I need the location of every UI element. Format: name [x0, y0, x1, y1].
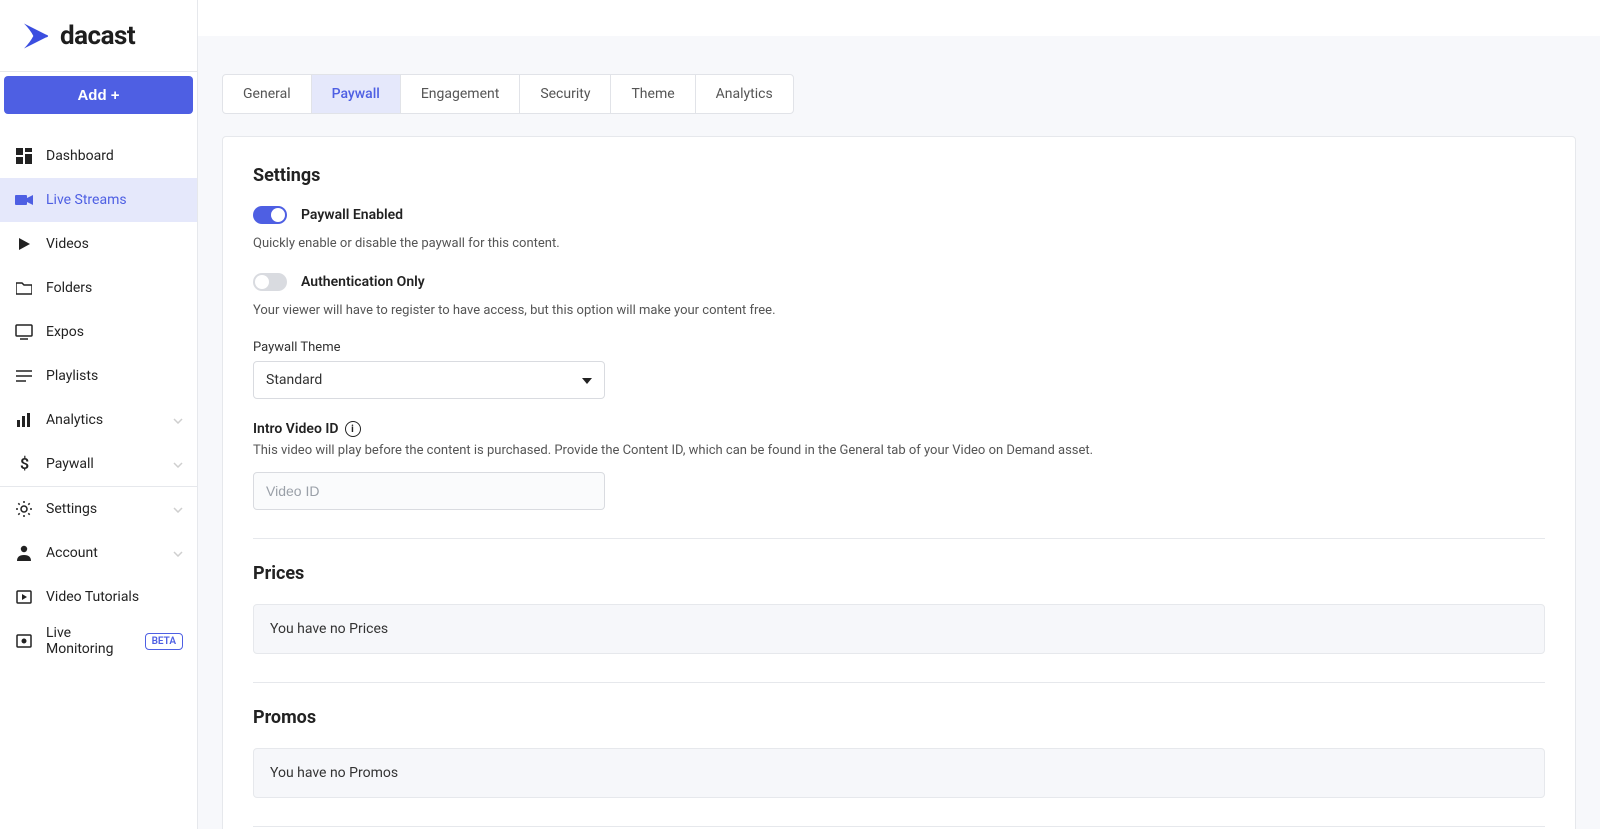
video-play-icon [14, 587, 34, 607]
sidebar-item-label: Paywall [46, 456, 173, 472]
sidebar-item-dashboard[interactable]: Dashboard [0, 134, 197, 178]
sidebar: dacast Add + Dashboard Live Streams [0, 0, 198, 829]
chevron-down-icon [173, 412, 183, 428]
dashboard-icon [14, 146, 34, 166]
monitor-icon [14, 322, 34, 342]
info-icon[interactable]: i [345, 421, 361, 437]
sidebar-item-label: Playlists [46, 368, 183, 384]
intro-video-label: Intro Video ID i [253, 421, 1545, 437]
paywall-enabled-label: Paywall Enabled [301, 207, 403, 223]
paywall-theme-value: Standard [266, 372, 322, 388]
intro-video-hint: This video will play before the content … [253, 443, 1545, 458]
paywall-theme-label: Paywall Theme [253, 340, 1545, 355]
sidebar-item-label: Live Monitoring [46, 625, 137, 657]
sidebar-item-folders[interactable]: Folders [0, 266, 197, 310]
chevron-down-icon [173, 545, 183, 561]
chevron-down-icon [173, 501, 183, 517]
promos-empty: You have no Promos [253, 748, 1545, 798]
auth-only-label: Authentication Only [301, 274, 425, 290]
auth-only-hint: Your viewer will have to register to hav… [253, 303, 1545, 318]
sidebar-item-settings[interactable]: Settings [0, 487, 197, 531]
caret-down-icon [582, 372, 592, 388]
settings-panel: Settings Paywall Enabled Quickly enable … [222, 136, 1576, 829]
camera-icon [14, 190, 34, 210]
tab-paywall[interactable]: Paywall [312, 75, 401, 113]
live-icon [14, 631, 34, 651]
sidebar-item-label: Settings [46, 501, 173, 517]
dollar-icon: $ [14, 454, 34, 474]
settings-heading: Settings [253, 165, 1545, 186]
sidebar-item-label: Account [46, 545, 173, 561]
sidebar-item-live-streams[interactable]: Live Streams [0, 178, 197, 222]
add-button[interactable]: Add + [4, 76, 193, 114]
sidebar-item-label: Live Streams [46, 192, 183, 208]
folder-icon [14, 278, 34, 298]
sidebar-item-expos[interactable]: Expos [0, 310, 197, 354]
sidebar-item-videos[interactable]: Videos [0, 222, 197, 266]
tab-theme[interactable]: Theme [611, 75, 695, 113]
tab-engagement[interactable]: Engagement [401, 75, 520, 113]
sidebar-item-live-monitoring[interactable]: Live Monitoring BETA [0, 619, 197, 663]
sidebar-nav: Dashboard Live Streams Videos Folders [0, 134, 197, 663]
tab-general[interactable]: General [223, 75, 312, 113]
prices-empty: You have no Prices [253, 604, 1545, 654]
intro-video-input[interactable] [253, 472, 605, 510]
auth-only-toggle[interactable] [253, 273, 287, 291]
chevron-down-icon [173, 456, 183, 472]
gear-icon [14, 499, 34, 519]
person-icon [14, 543, 34, 563]
paywall-enabled-hint: Quickly enable or disable the paywall fo… [253, 236, 1545, 251]
brand-name: dacast [60, 21, 135, 51]
tab-analytics[interactable]: Analytics [696, 75, 793, 113]
sidebar-item-playlists[interactable]: Playlists [0, 354, 197, 398]
sidebar-item-analytics[interactable]: Analytics [0, 398, 197, 442]
sidebar-item-label: Expos [46, 324, 183, 340]
sidebar-item-label: Video Tutorials [46, 589, 183, 605]
tabs: General Paywall Engagement Security Them… [222, 74, 794, 114]
prices-heading: Prices [253, 563, 1545, 584]
list-icon [14, 366, 34, 386]
sidebar-item-label: Folders [46, 280, 183, 296]
brand-logo[interactable]: dacast [0, 0, 197, 72]
sidebar-item-video-tutorials[interactable]: Video Tutorials [0, 575, 197, 619]
sidebar-item-label: Analytics [46, 412, 173, 428]
paywall-theme-select[interactable]: Standard [253, 361, 605, 399]
sidebar-item-label: Dashboard [46, 148, 183, 164]
bars-icon [14, 410, 34, 430]
sidebar-item-paywall[interactable]: $ Paywall [0, 442, 197, 486]
sidebar-item-label: Videos [46, 236, 183, 252]
sidebar-item-account[interactable]: Account [0, 531, 197, 575]
beta-badge: BETA [145, 633, 183, 650]
tab-security[interactable]: Security [520, 75, 611, 113]
paywall-enabled-toggle[interactable] [253, 206, 287, 224]
svg-text:$: $ [20, 455, 29, 473]
main-content: General Paywall Engagement Security Them… [198, 0, 1600, 829]
play-icon [14, 234, 34, 254]
promos-heading: Promos [253, 707, 1545, 728]
logo-icon [22, 22, 54, 50]
